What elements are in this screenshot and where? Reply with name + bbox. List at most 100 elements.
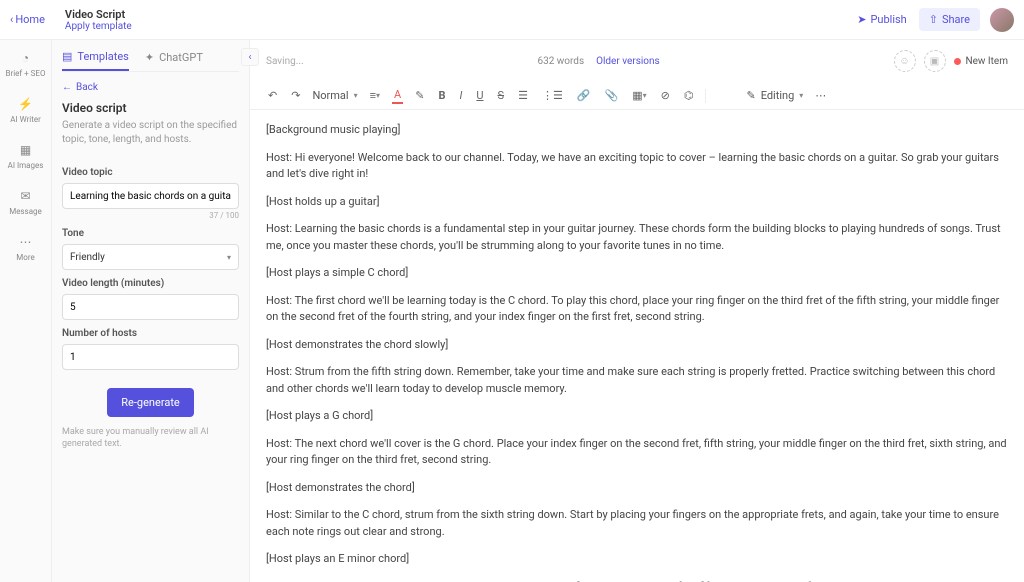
chevron-down-icon: ▾	[227, 253, 231, 262]
tab-label: ChatGPT	[159, 51, 203, 64]
video-topic-input[interactable]	[62, 183, 239, 209]
share-label: Share	[942, 13, 970, 26]
rail-brief-seo[interactable]: ◔ Brief + SEO	[6, 50, 46, 78]
style-select[interactable]: Normal▾	[312, 89, 357, 102]
share-button[interactable]: ⇧ Share	[919, 8, 980, 31]
video-length-input[interactable]	[62, 294, 239, 320]
image-icon: ▦	[17, 142, 33, 158]
hosts-input[interactable]	[62, 344, 239, 370]
highlight-button[interactable]: ✎	[413, 87, 426, 104]
code-button[interactable]: ⌬	[682, 87, 696, 104]
footnote: Make sure you manually review all AI gen…	[62, 427, 239, 450]
tone-value: Friendly	[70, 252, 105, 263]
send-icon: ➤	[857, 13, 866, 26]
rail-ai-images[interactable]: ▦ AI Images	[8, 142, 44, 170]
rail-label: Message	[9, 207, 42, 216]
rail-ai-writer[interactable]: ⚡ AI Writer	[10, 96, 41, 124]
editor-toolbar: ↶ ↷ Normal▾ ≡▾ A ✎ B I U S ☰ ⋮☰ 🔗 📎 ▦▾ ⊘…	[250, 82, 1024, 110]
rail-label: AI Images	[8, 161, 44, 170]
image-icon: ▣	[930, 56, 939, 67]
message-icon: ✉	[17, 188, 33, 204]
char-counter: 37 / 100	[62, 211, 239, 220]
rail-label: AI Writer	[10, 115, 41, 124]
attach-button[interactable]: 📎	[603, 87, 621, 104]
regenerate-button[interactable]: Re-generate	[107, 388, 194, 417]
undo-button[interactable]: ↶	[266, 87, 279, 104]
home-link[interactable]: ‹ Home	[10, 13, 45, 26]
panel-desc: Generate a video script on the specified…	[62, 119, 239, 147]
clear-format-button[interactable]: ⊘	[659, 87, 672, 104]
avatar[interactable]	[990, 8, 1014, 32]
script-line: [Host demonstrates the chord]	[266, 480, 1008, 497]
italic-button[interactable]: I	[457, 87, 464, 104]
script-line: Host: Moving on, we have the E minor cho…	[266, 579, 1008, 582]
underline-button[interactable]: U	[474, 87, 485, 104]
redo-button[interactable]: ↷	[289, 87, 302, 104]
bold-button[interactable]: B	[436, 87, 447, 104]
tab-templates[interactable]: ▤ Templates	[62, 50, 129, 71]
link-button[interactable]: 🔗	[575, 87, 593, 104]
align-button[interactable]: ≡▾	[368, 87, 382, 104]
tab-chatgpt[interactable]: ✦ ChatGPT	[145, 50, 203, 71]
editor-area: Saving... 632 words Older versions ☺ ▣ N…	[250, 40, 1024, 582]
document-content[interactable]: [Background music playing] Host: Hi ever…	[250, 110, 1024, 582]
script-line: [Host holds up a guitar]	[266, 194, 1008, 211]
numbered-list-button[interactable]: ⋮☰	[540, 87, 565, 104]
panel-heading: Video script	[62, 101, 239, 115]
top-bar: ‹ Home Video Script Apply template ➤ Pub…	[0, 0, 1024, 40]
word-count: 632 words	[537, 56, 584, 67]
tone-select[interactable]: Friendly ▾	[62, 244, 239, 270]
saving-status: Saving...	[266, 56, 304, 67]
mode-select[interactable]: ✎ Editing ▾	[746, 89, 803, 102]
share-icon: ⇧	[929, 13, 938, 26]
chevron-down-icon: ▾	[799, 91, 803, 100]
tab-label: Templates	[77, 50, 128, 63]
older-versions-link[interactable]: Older versions	[596, 56, 660, 67]
collapse-panel-button[interactable]: ‹	[241, 48, 259, 66]
label-topic: Video topic	[62, 167, 239, 178]
add-collaborator-button[interactable]: ☺	[894, 50, 916, 72]
label-hosts: Number of hosts	[62, 328, 239, 339]
script-line: [Host plays a G chord]	[266, 408, 1008, 425]
new-item-indicator[interactable]: New Item	[954, 56, 1009, 67]
chevron-left-icon: ‹	[248, 52, 251, 63]
script-line: [Host plays an E minor chord]	[266, 551, 1008, 568]
overflow-menu[interactable]: ⋯	[813, 87, 828, 104]
strikethrough-button[interactable]: S	[496, 87, 507, 104]
back-label: Back	[76, 82, 98, 93]
pencil-icon: ✎	[746, 89, 755, 102]
rail-label: Brief + SEO	[6, 69, 46, 78]
publish-button[interactable]: ➤ Publish	[857, 13, 906, 26]
add-asset-button[interactable]: ▣	[924, 50, 946, 72]
rail-more[interactable]: ⋯ More	[16, 234, 34, 262]
bolt-icon: ⚡	[18, 96, 34, 112]
script-line: [Host demonstrates the chord slowly]	[266, 337, 1008, 354]
script-line: Host: Hi everyone! Welcome back to our c…	[266, 150, 1008, 183]
new-item-label: New Item	[966, 56, 1009, 67]
chat-icon: ✦	[145, 51, 154, 64]
back-link[interactable]: ← Back	[62, 82, 239, 93]
more-icon: ⋯	[18, 234, 34, 250]
table-button[interactable]: ▦▾	[630, 87, 648, 104]
rail-message[interactable]: ✉ Message	[9, 188, 42, 216]
publish-label: Publish	[870, 13, 906, 26]
status-row: Saving... 632 words Older versions ☺ ▣ N…	[250, 40, 1024, 82]
chevron-left-icon: ‹	[10, 13, 13, 26]
left-rail: ◔ Brief + SEO ⚡ AI Writer ▦ AI Images ✉ …	[0, 40, 52, 582]
script-line: Host: Similar to the C chord, strum from…	[266, 507, 1008, 540]
side-panel: ‹ ▤ Templates ✦ ChatGPT ← Back Video scr…	[52, 40, 250, 582]
apply-template-link[interactable]: Apply template	[65, 21, 132, 32]
bullet-list-button[interactable]: ☰	[516, 87, 530, 104]
script-line: [Host plays a simple C chord]	[266, 265, 1008, 282]
script-line: Host: The first chord we'll be learning …	[266, 293, 1008, 326]
panel-tabs: ▤ Templates ✦ ChatGPT	[62, 50, 239, 72]
arrow-left-icon: ←	[62, 82, 72, 93]
page-title: Video Script	[65, 8, 132, 21]
title-block: Video Script Apply template	[65, 8, 132, 32]
chevron-down-icon: ▾	[354, 91, 358, 100]
rail-label: More	[16, 253, 34, 262]
home-label: Home	[15, 13, 45, 26]
label-length: Video length (minutes)	[62, 278, 239, 289]
text-color-button[interactable]: A	[392, 87, 403, 104]
script-line: [Background music playing]	[266, 122, 1008, 139]
